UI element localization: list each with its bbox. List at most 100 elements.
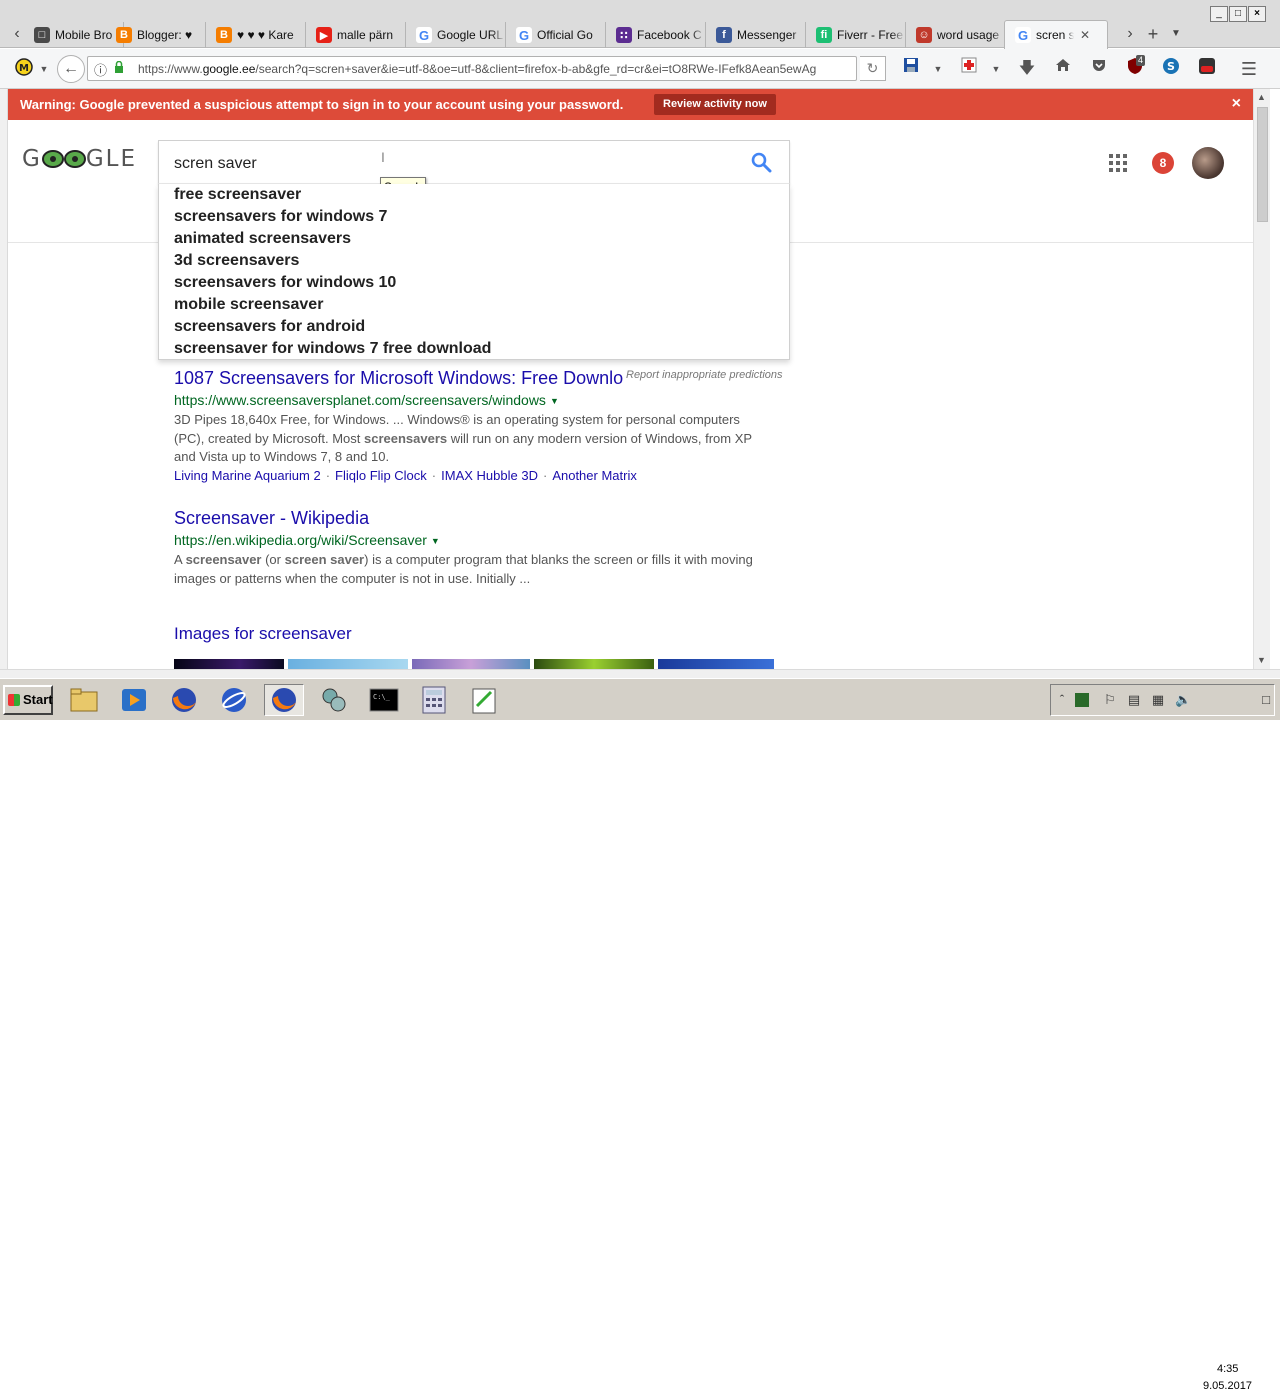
tray-flag-icon[interactable]: ⚐ <box>1103 693 1117 707</box>
media-player-icon[interactable] <box>114 684 154 716</box>
url-dropdown-icon[interactable]: ▼ <box>431 536 440 546</box>
horizontal-scrollbar[interactable] <box>0 669 1280 678</box>
image-thumbnail[interactable] <box>288 659 408 669</box>
new-tab-plus-icon[interactable]: + <box>1146 22 1160 46</box>
tab-label: Google URL <box>437 28 504 42</box>
network-tool-icon[interactable] <box>314 684 354 716</box>
google-icon: G <box>516 27 532 43</box>
google-icon: G <box>416 27 432 43</box>
browser-tab[interactable]: G Official Go <box>506 22 606 48</box>
browser-tab[interactable]: B Blogger: ♥ <box>106 22 206 48</box>
back-arrow-icon[interactable]: ← <box>57 55 85 83</box>
image-thumbnail[interactable] <box>412 659 530 669</box>
calculator-icon[interactable] <box>414 684 454 716</box>
opera-like-icon[interactable] <box>214 684 254 716</box>
suggestion-item[interactable]: free screensaver <box>174 184 301 206</box>
suggestion-item[interactable]: screensavers for windows 10 <box>174 272 396 294</box>
scroll-down-icon[interactable]: ▼ <box>1257 655 1266 665</box>
sitelink[interactable]: Another Matrix <box>552 468 637 483</box>
dropdown-chevron-icon[interactable]: ▼ <box>32 57 56 81</box>
tray-app-icon[interactable] <box>1075 693 1089 707</box>
aid-dropdown-chevron-icon[interactable]: ▼ <box>984 57 1008 81</box>
tab-label: scren sa <box>1036 28 1074 42</box>
home-icon[interactable] <box>1051 57 1075 81</box>
sitelink[interactable]: Living Marine Aquarium 2 <box>174 468 321 483</box>
tab-scroll-right-icon[interactable]: › <box>1123 22 1137 46</box>
suggestion-item[interactable]: mobile screensaver <box>174 294 323 316</box>
google-doodle-logo[interactable]: G GLE <box>22 146 137 172</box>
text-cursor-icon: I <box>381 149 385 165</box>
image-thumbnail[interactable] <box>658 659 774 669</box>
save-dropdown-chevron-icon[interactable]: ▼ <box>926 57 950 81</box>
first-aid-icon[interactable] <box>957 57 981 81</box>
url-dropdown-icon[interactable]: ▼ <box>550 396 559 406</box>
firefox-icon[interactable] <box>164 684 204 716</box>
browser-tab[interactable]: G Google URL <box>406 22 506 48</box>
tray-volume-icon[interactable]: 🔈 <box>1175 693 1191 707</box>
suggestion-item[interactable]: animated screensavers <box>174 228 351 250</box>
skype-icon[interactable]: S <box>1159 57 1183 81</box>
tray-network-icon[interactable]: ▦ <box>1151 693 1165 707</box>
browser-tab[interactable]: ▶ malle pärn <box>306 22 406 48</box>
download-arrow-icon[interactable]: 🡇 <box>1015 57 1039 81</box>
start-button[interactable]: Start <box>3 685 53 715</box>
logo-eye-icon <box>41 150 64 168</box>
image-thumbnail[interactable] <box>174 659 284 669</box>
minimize-icon[interactable]: _ <box>1210 6 1228 22</box>
search-input[interactable]: scren saver I <box>158 140 790 184</box>
result-title-link[interactable]: 1087 Screensavers for Microsoft Windows:… <box>174 368 774 390</box>
review-activity-button[interactable]: Review activity now <box>654 94 776 115</box>
suggestion-item[interactable]: screensavers for windows 7 <box>174 206 387 228</box>
mobile-icon: □ <box>34 27 50 43</box>
clock-date[interactable]: 9.05.2017 <box>1203 1380 1252 1392</box>
browser-tab[interactable]: Gscren sa ✕ <box>1004 20 1108 49</box>
sitelink[interactable]: IMAX Hubble 3D <box>441 468 538 483</box>
search-icon[interactable] <box>749 150 773 174</box>
browser-tab[interactable]: ∷ Facebook C <box>606 22 706 48</box>
url-bar[interactable]: ⓘ https://www.google.ee/search?q=scren+s… <box>87 56 857 81</box>
images-heading-link[interactable]: Images for screensaver <box>174 624 352 644</box>
sitelink[interactable]: Fliqlo Flip Clock <box>335 468 427 483</box>
window-close-icon[interactable]: × <box>1248 6 1266 22</box>
suggestion-item[interactable]: 3d screensavers <box>174 250 299 272</box>
tray-device-icon[interactable]: ▤ <box>1127 693 1141 707</box>
apps-grid-icon[interactable] <box>1109 154 1127 172</box>
browser-tab[interactable]: ☺ word usage <box>906 22 1006 48</box>
word-icon: ☺ <box>916 27 932 43</box>
clock-time[interactable]: 4:35 <box>1217 1363 1238 1375</box>
tab-scroll-left-icon[interactable]: ‹ <box>10 22 24 46</box>
suggestion-item[interactable]: screensaver for windows 7 free download <box>174 338 491 360</box>
firefox-active-icon[interactable] <box>264 684 304 716</box>
scrollbar-thumb[interactable] <box>1257 107 1268 222</box>
tab-label: Official Go <box>537 28 593 42</box>
command-prompt-icon[interactable]: C:\_ <box>364 684 404 716</box>
info-icon[interactable]: ⓘ <box>94 60 107 79</box>
image-thumbnail[interactable] <box>534 659 654 669</box>
vertical-scrollbar[interactable]: ▲ ▼ <box>1253 89 1270 669</box>
warning-close-icon[interactable]: × <box>1232 95 1241 113</box>
pocket-icon[interactable] <box>1087 57 1111 81</box>
youtube-addon-icon[interactable] <box>1195 57 1219 81</box>
tray-expand-icon[interactable]: ˆ <box>1055 693 1069 707</box>
reload-icon[interactable]: ↻ <box>860 56 886 81</box>
browser-tab[interactable]: B ♥ ♥ ♥ Kare <box>206 22 306 48</box>
scroll-up-icon[interactable]: ▲ <box>1257 92 1266 102</box>
save-disk-icon[interactable] <box>899 57 923 81</box>
suggestion-item[interactable]: screensavers for android <box>174 316 365 338</box>
avatar[interactable] <box>1192 147 1224 179</box>
maximize-icon[interactable]: □ <box>1229 6 1247 22</box>
ublock-icon[interactable]: 4 <box>1123 55 1147 81</box>
tab-label: Facebook C <box>637 28 702 42</box>
browser-tab[interactable]: fi Fiverr - Free <box>806 22 906 48</box>
result-snippet: 3D Pipes 18,640x Free, for Windows. ... … <box>174 412 752 464</box>
result-title-link[interactable]: Screensaver - Wikipedia <box>174 508 774 530</box>
tab-list-chevron-icon[interactable]: ▼ <box>1169 22 1183 46</box>
browser-tab[interactable]: f Messenger <box>706 22 806 48</box>
hamburger-menu-icon[interactable]: ☰ <box>1237 57 1261 81</box>
notifications-badge[interactable]: 8 <box>1152 152 1174 174</box>
tray-notification-icon[interactable]: □ <box>1259 693 1273 707</box>
file-explorer-icon[interactable] <box>64 684 104 716</box>
search-query-text: scren saver <box>174 155 257 172</box>
notepad-icon[interactable] <box>464 684 504 716</box>
tab-close-icon[interactable]: ✕ <box>1080 28 1090 42</box>
